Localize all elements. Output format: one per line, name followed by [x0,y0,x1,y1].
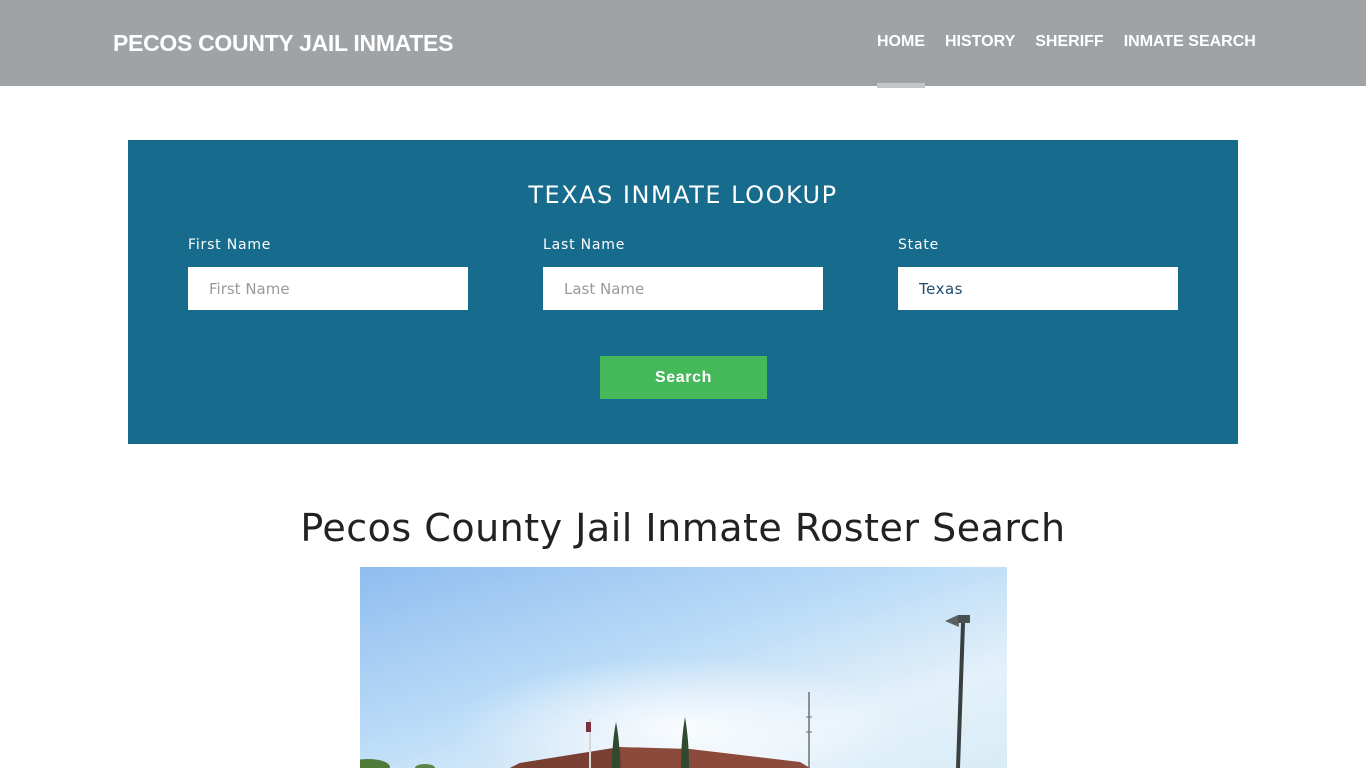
search-button[interactable]: Search [600,356,767,399]
flag [586,722,591,732]
jail-building-photo [360,567,1007,768]
jail-photo-illustration [360,567,1007,768]
state-select[interactable]: Texas [898,267,1178,310]
nav-home[interactable]: HOME [877,33,925,88]
site-header: PECOS COUNTY JAIL INMATES HOME HISTORY S… [0,0,1366,88]
nav-sheriff[interactable]: SHERIFF [1035,33,1103,51]
last-name-input[interactable] [543,267,823,310]
last-name-group: Last Name [543,237,823,310]
site-logo-link[interactable]: PECOS COUNTY JAIL INMATES [113,30,453,57]
first-name-group: First Name [188,237,468,310]
page-title: Pecos County Jail Inmate Roster Search [300,506,1066,550]
nav-inmate-search[interactable]: INMATE SEARCH [1124,33,1256,51]
first-name-label: First Name [188,237,272,253]
nav-history[interactable]: HISTORY [945,33,1015,51]
main-nav: HOME HISTORY SHERIFF INMATE SEARCH [877,33,1276,88]
state-group: State Texas [898,237,1178,310]
inmate-lookup-form: TEXAS INMATE LOOKUP First Name Last Name… [128,140,1238,444]
first-name-input[interactable] [188,267,468,310]
last-name-label: Last Name [543,237,626,253]
lookup-title: TEXAS INMATE LOOKUP [528,181,838,209]
state-label: State [898,237,940,253]
